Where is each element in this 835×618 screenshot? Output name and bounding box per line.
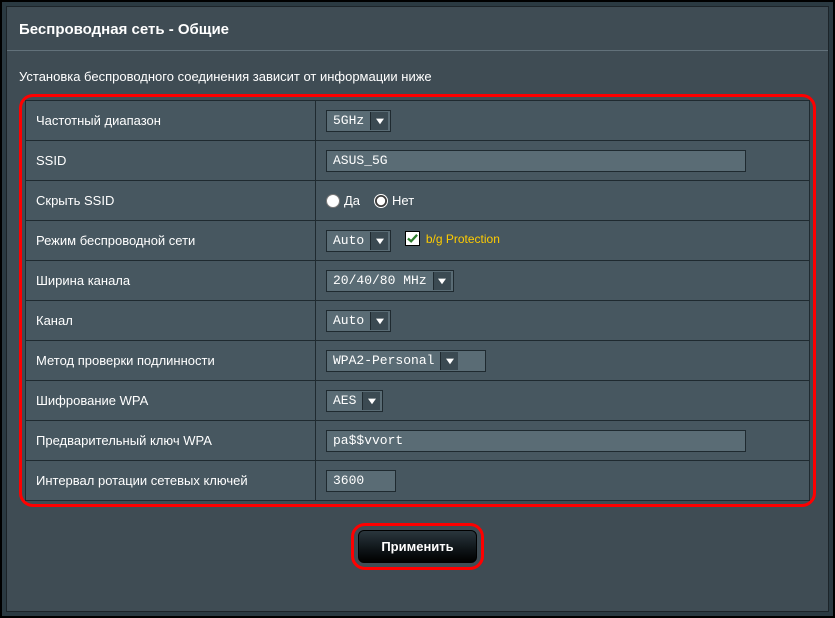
band-value: 5GHz bbox=[329, 113, 370, 128]
label-width: Ширина канала bbox=[26, 261, 316, 301]
chevron-down-icon bbox=[370, 232, 388, 250]
hide-ssid-no-radio[interactable] bbox=[374, 194, 388, 208]
label-mode: Режим беспроводной сети bbox=[26, 221, 316, 261]
channel-width-select[interactable]: 20/40/80 MHz bbox=[326, 270, 454, 292]
label-channel: Канал bbox=[26, 301, 316, 341]
wpa-key-input[interactable] bbox=[326, 430, 746, 452]
label-band: Частотный диапазон bbox=[26, 101, 316, 141]
mode-select[interactable]: Auto bbox=[326, 230, 391, 252]
apply-button[interactable]: Применить bbox=[358, 530, 476, 563]
rekey-interval-input[interactable] bbox=[326, 470, 396, 492]
page-title: Беспроводная сеть - Общие bbox=[7, 7, 828, 50]
settings-table: Частотный диапазон 5GHz SSID С bbox=[25, 100, 810, 501]
divider bbox=[7, 50, 828, 51]
channel-select[interactable]: Auto bbox=[326, 310, 391, 332]
settings-highlight-box: Частотный диапазон 5GHz SSID С bbox=[19, 94, 816, 507]
mode-value: Auto bbox=[329, 233, 370, 248]
hide-ssid-yes-label: Да bbox=[344, 193, 360, 208]
hide-ssid-no-label: Нет bbox=[392, 193, 414, 208]
bg-protection-checkbox[interactable]: b/g Protection bbox=[405, 231, 500, 246]
wpa-encryption-select[interactable]: AES bbox=[326, 390, 383, 412]
label-rekey: Интервал ротации сетевых ключей bbox=[26, 461, 316, 501]
chevron-down-icon bbox=[370, 312, 388, 330]
button-row: Применить bbox=[7, 507, 828, 570]
chevron-down-icon bbox=[433, 272, 451, 290]
label-wpa-key: Предварительный ключ WPA bbox=[26, 421, 316, 461]
bg-protection-label: b/g Protection bbox=[426, 232, 500, 246]
auth-method-select[interactable]: WPA2-Personal bbox=[326, 350, 486, 372]
wireless-general-panel: Беспроводная сеть - Общие Установка бесп… bbox=[6, 6, 829, 612]
page-subtitle: Установка беспроводного соединения завис… bbox=[7, 69, 828, 94]
ssid-input[interactable] bbox=[326, 150, 746, 172]
label-wpa-enc: Шифрование WPA bbox=[26, 381, 316, 421]
chevron-down-icon bbox=[362, 392, 380, 410]
channel-width-value: 20/40/80 MHz bbox=[329, 273, 433, 288]
label-auth: Метод проверки подлинности bbox=[26, 341, 316, 381]
band-select[interactable]: 5GHz bbox=[326, 110, 391, 132]
checkbox-checked-icon bbox=[405, 231, 420, 246]
apply-highlight-box: Применить bbox=[351, 523, 483, 570]
label-ssid: SSID bbox=[26, 141, 316, 181]
auth-method-value: WPA2-Personal bbox=[329, 353, 440, 368]
hide-ssid-radio-group: Да Нет bbox=[326, 193, 799, 208]
channel-value: Auto bbox=[329, 313, 370, 328]
chevron-down-icon bbox=[370, 112, 388, 130]
wpa-encryption-value: AES bbox=[329, 393, 362, 408]
label-hide-ssid: Скрыть SSID bbox=[26, 181, 316, 221]
chevron-down-icon bbox=[440, 352, 458, 370]
hide-ssid-yes-radio[interactable] bbox=[326, 194, 340, 208]
